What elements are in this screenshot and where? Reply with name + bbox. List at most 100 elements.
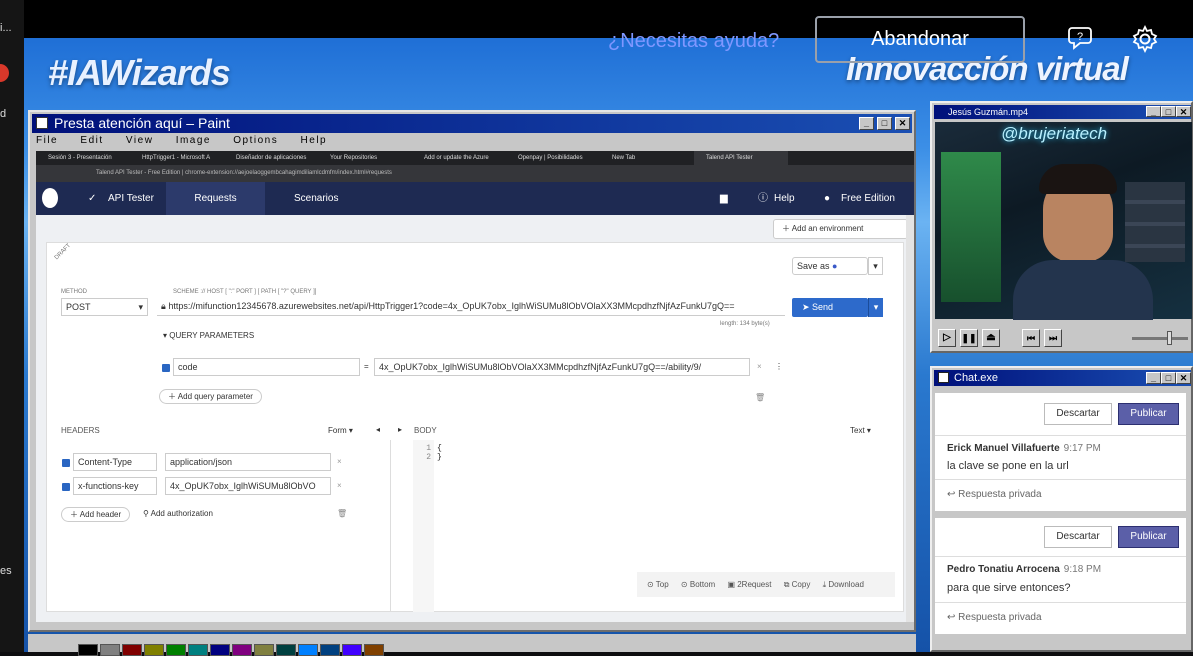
- query-param-name[interactable]: code: [173, 358, 360, 376]
- top-button[interactable]: ⊙ Top: [647, 580, 669, 589]
- play-icon[interactable]: ▷: [938, 329, 956, 347]
- pause-icon[interactable]: ❚❚: [960, 329, 978, 347]
- palette-color-swatch[interactable]: [188, 644, 208, 656]
- palette-color-swatch[interactable]: [276, 644, 296, 656]
- browser-tab[interactable]: Openpay | Posibilidades: [506, 151, 600, 165]
- minimize-icon[interactable]: _: [859, 117, 874, 130]
- browser-tab[interactable]: Diseñador de aplicaciones: [224, 151, 318, 165]
- previous-icon[interactable]: ⏮: [1022, 329, 1040, 347]
- header-checkbox[interactable]: [62, 459, 70, 467]
- nav-help[interactable]: Help: [774, 182, 795, 215]
- query-params-toggle[interactable]: ▾ QUERY PARAMETERS: [163, 331, 254, 340]
- minimize-icon[interactable]: _: [1146, 372, 1161, 384]
- help-link[interactable]: ¿Necesitas ayuda?: [608, 30, 779, 53]
- menu-options[interactable]: Options: [233, 135, 278, 146]
- collapse-left-icon[interactable]: ◂: [376, 425, 380, 434]
- body-type-dropdown[interactable]: Text ▾: [850, 426, 871, 435]
- browser-tab[interactable]: Your Repositories: [318, 151, 412, 165]
- menu-image[interactable]: Image: [176, 135, 211, 146]
- browser-address-bar[interactable]: Talend API Tester - Free Edition | chrom…: [36, 165, 914, 182]
- download-button[interactable]: ⤓ Download: [823, 580, 864, 589]
- discard-button[interactable]: Descartar: [1044, 403, 1112, 425]
- browser-tab[interactable]: New Tab: [600, 151, 694, 165]
- volume-slider-thumb[interactable]: [1167, 331, 1172, 345]
- more-options-icon[interactable]: ⋮: [775, 362, 783, 371]
- menu-help[interactable]: Help: [301, 135, 328, 146]
- header-name[interactable]: x-functions-key: [73, 477, 157, 495]
- palette-color-swatch[interactable]: [100, 644, 120, 656]
- brand-name[interactable]: API Tester: [108, 182, 154, 215]
- discard-button[interactable]: Descartar: [1044, 526, 1112, 548]
- volume-slider[interactable]: [1132, 337, 1188, 340]
- close-icon[interactable]: ✕: [1176, 372, 1191, 384]
- header-value[interactable]: application/json: [165, 453, 331, 471]
- palette-color-swatch[interactable]: [298, 644, 318, 656]
- tab-scenarios[interactable]: Scenarios: [294, 182, 338, 215]
- add-environment-button[interactable]: ＋ Add an environment: [773, 219, 908, 239]
- chat-bubble-icon[interactable]: ▆: [720, 182, 728, 215]
- palette-color-swatch[interactable]: [122, 644, 142, 656]
- collapse-right-icon[interactable]: ▸: [398, 425, 402, 434]
- header-name[interactable]: Content-Type: [73, 453, 157, 471]
- user-icon[interactable]: ●: [824, 182, 830, 215]
- add-header-button[interactable]: ＋ Add header: [61, 507, 131, 522]
- palette-color-swatch[interactable]: [364, 644, 384, 656]
- publish-button[interactable]: Publicar: [1118, 526, 1179, 548]
- header-checkbox[interactable]: [62, 483, 70, 491]
- eject-icon[interactable]: ⏏: [982, 329, 1000, 347]
- maximize-icon[interactable]: □: [1161, 106, 1176, 117]
- body-editor[interactable]: {}: [437, 444, 442, 462]
- form-dropdown[interactable]: Form ▾: [328, 426, 353, 435]
- tab-requests[interactable]: Requests: [166, 182, 265, 215]
- remove-param-icon[interactable]: ×: [757, 362, 762, 371]
- save-as-dropdown-icon[interactable]: ▾: [868, 257, 883, 275]
- remove-header-icon[interactable]: ×: [337, 457, 342, 466]
- palette-color-swatch[interactable]: [342, 644, 362, 656]
- browser-tab-active[interactable]: Talend API Tester: [694, 151, 788, 165]
- to-request-button[interactable]: ▣ 2Request: [727, 580, 771, 589]
- browser-tab[interactable]: HttpTrigger1 - Microsoft A: [130, 151, 224, 165]
- help-chat-icon[interactable]: ?: [1068, 24, 1096, 52]
- method-select[interactable]: POST ▾: [61, 298, 148, 316]
- palette-color-swatch[interactable]: [78, 644, 98, 656]
- save-as-button[interactable]: Save as ●: [792, 257, 868, 275]
- trash-icon[interactable]: 🗑︎: [337, 509, 347, 518]
- next-icon[interactable]: ⏭: [1044, 329, 1062, 347]
- copy-button[interactable]: ⧉ Copy: [784, 580, 811, 589]
- query-param-value[interactable]: 4x_OpUK7obx_IglhWiSUMu8lObVOlaXX3MMcpdhz…: [374, 358, 750, 376]
- send-dropdown-icon[interactable]: ▾: [868, 298, 883, 317]
- bottom-button[interactable]: ⊙ Bottom: [681, 580, 715, 589]
- close-icon[interactable]: ✕: [1176, 106, 1191, 117]
- publish-button[interactable]: Publicar: [1118, 403, 1179, 425]
- palette-color-swatch[interactable]: [254, 644, 274, 656]
- palette-color-swatch[interactable]: [144, 644, 164, 656]
- send-button[interactable]: ➤ Send: [792, 298, 868, 317]
- remove-header-icon[interactable]: ×: [337, 481, 342, 490]
- url-input[interactable]: 🔒︎ https://mifunction12345678.azurewebsi…: [157, 298, 785, 316]
- maximize-icon[interactable]: □: [1161, 372, 1176, 384]
- palette-color-swatch[interactable]: [166, 644, 186, 656]
- help-circle-icon[interactable]: ⓘ: [758, 182, 768, 215]
- abandon-button[interactable]: Abandonar: [815, 16, 1025, 63]
- trash-icon[interactable]: 🗑︎: [755, 393, 765, 402]
- palette-color-swatch[interactable]: [232, 644, 252, 656]
- palette-color-swatch[interactable]: [320, 644, 340, 656]
- menu-edit[interactable]: Edit: [80, 135, 103, 146]
- query-param-checkbox[interactable]: [162, 364, 170, 372]
- gear-icon[interactable]: [1130, 24, 1160, 54]
- webcam-video[interactable]: @brujeriatech: [935, 122, 1192, 320]
- private-reply-link[interactable]: ↩ Respuesta privada: [947, 489, 1042, 500]
- menu-view[interactable]: View: [126, 135, 154, 146]
- add-authorization-link[interactable]: ⚲ Add authorization: [143, 509, 213, 518]
- browser-tab[interactable]: Add or update the Azure: [412, 151, 506, 165]
- menu-file[interactable]: File: [36, 135, 58, 146]
- header-value[interactable]: 4x_OpUK7obx_IglhWiSUMu8lObVO: [165, 477, 331, 495]
- minimize-icon[interactable]: _: [1146, 106, 1161, 117]
- edition-dropdown[interactable]: Free Edition: [841, 182, 895, 215]
- add-query-param-button[interactable]: ＋ Add query parameter: [159, 389, 262, 404]
- private-reply-link[interactable]: ↩ Respuesta privada: [947, 612, 1042, 623]
- browser-tab[interactable]: Sesión 3 - Presentación: [36, 151, 130, 165]
- palette-color-swatch[interactable]: [210, 644, 230, 656]
- scrollbar[interactable]: [906, 215, 914, 622]
- close-icon[interactable]: ✕: [895, 117, 910, 130]
